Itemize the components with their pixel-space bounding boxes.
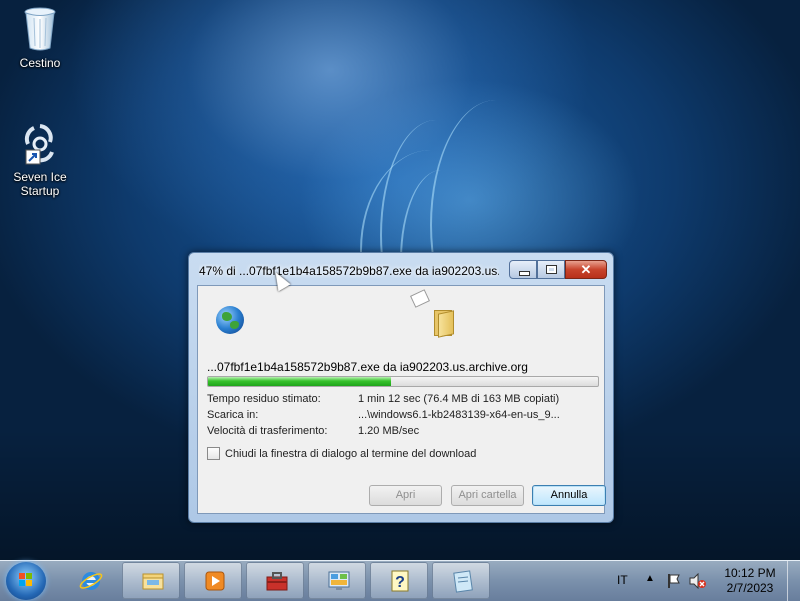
cancel-button[interactable]: Annulla bbox=[532, 485, 606, 506]
open-button[interactable]: Apri bbox=[369, 485, 442, 506]
time-remaining-label: Tempo residuo stimato: bbox=[207, 393, 321, 405]
checkbox-box[interactable] bbox=[207, 447, 220, 460]
progress-fill bbox=[208, 377, 392, 386]
download-filename: ...07fbf1e1b4a158572b9b87.exe da ia90220… bbox=[207, 360, 528, 374]
show-hidden-icons-chevron-icon[interactable]: ▲ bbox=[645, 573, 655, 584]
desktop-icon-seven-ice-startup[interactable]: Seven Ice Startup bbox=[3, 122, 77, 198]
minimize-button[interactable] bbox=[509, 260, 537, 279]
media-player-icon bbox=[205, 571, 225, 591]
dialog-body: ...07fbf1e1b4a158572b9b87.exe da ia90220… bbox=[197, 285, 606, 514]
taskbar-toolbox[interactable] bbox=[246, 562, 304, 599]
clock-date: 2/7/2023 bbox=[726, 581, 774, 595]
start-button[interactable] bbox=[6, 562, 46, 600]
caption-buttons: ✕ bbox=[509, 260, 607, 279]
volume-muted-icon[interactable] bbox=[689, 573, 707, 589]
minimize-icon bbox=[519, 271, 530, 276]
svg-text:?: ? bbox=[395, 574, 405, 591]
open-folder-button[interactable]: Apri cartella bbox=[451, 485, 524, 506]
show-desktop-button[interactable] bbox=[787, 561, 800, 601]
maximize-icon bbox=[546, 265, 557, 274]
taskbar-internet-explorer[interactable] bbox=[60, 562, 118, 599]
help-icon: ? bbox=[391, 570, 409, 592]
flying-paper-icon bbox=[410, 289, 430, 308]
windows-logo-icon bbox=[19, 573, 33, 587]
desktop-icon-label: Cestino bbox=[19, 56, 61, 70]
control-panel-icon bbox=[328, 571, 350, 590]
close-icon: ✕ bbox=[580, 262, 592, 277]
taskbar: ? IT ▲ 10:12 PM 2/7/2023 bbox=[0, 560, 800, 601]
checkbox-label: Chiudi la finestra di dialogo al termine… bbox=[225, 447, 477, 460]
action-center-flag-icon[interactable] bbox=[666, 573, 682, 589]
taskbar-explorer[interactable] bbox=[122, 562, 180, 599]
transfer-rate-value: 1.20 MB/sec bbox=[358, 425, 420, 437]
taskbar-help[interactable]: ? bbox=[370, 562, 428, 599]
desktop-icon-label: Seven Ice Startup bbox=[13, 170, 67, 198]
dialog-title: 47% di ...07fbf1e1b4a158572b9b87.exe da … bbox=[199, 264, 499, 278]
globe-icon bbox=[216, 306, 244, 334]
recycle-bin-icon bbox=[24, 7, 56, 51]
download-dialog: 47% di ...07fbf1e1b4a158572b9b87.exe da … bbox=[188, 252, 614, 523]
dialog-titlebar[interactable]: 47% di ...07fbf1e1b4a158572b9b87.exe da … bbox=[189, 253, 613, 285]
notepad-icon bbox=[453, 570, 473, 593]
language-indicator[interactable]: IT bbox=[617, 573, 628, 587]
time-remaining-value: 1 min 12 sec (76.4 MB di 163 MB copiati) bbox=[358, 393, 560, 405]
download-progress-bar bbox=[207, 376, 599, 387]
internet-explorer-icon bbox=[79, 572, 103, 590]
transfer-rate-label: Velocità di trasferimento: bbox=[207, 425, 328, 437]
close-on-complete-checkbox[interactable]: Chiudi la finestra di dialogo al termine… bbox=[207, 447, 476, 460]
explorer-folder-icon bbox=[142, 573, 164, 590]
clock-time: 10:12 PM bbox=[724, 566, 776, 580]
clock[interactable]: 10:12 PM 2/7/2023 bbox=[710, 566, 790, 596]
taskbar-media-player[interactable] bbox=[184, 562, 242, 599]
close-button[interactable]: ✕ bbox=[565, 260, 607, 279]
maximize-button[interactable] bbox=[537, 260, 565, 279]
biohazard-shortcut-icon bbox=[24, 124, 54, 165]
download-to-value: ...\windows6.1-kb2483139-x64-en-us_9... bbox=[358, 409, 560, 421]
download-to-label: Scarica in: bbox=[207, 409, 259, 421]
folder-icon bbox=[432, 308, 454, 338]
taskbar-control-panel[interactable] bbox=[308, 562, 366, 599]
taskbar-notepad[interactable] bbox=[432, 562, 490, 599]
toolbox-icon bbox=[266, 572, 288, 591]
desktop-icon-recycle-bin[interactable]: Cestino bbox=[3, 6, 77, 70]
